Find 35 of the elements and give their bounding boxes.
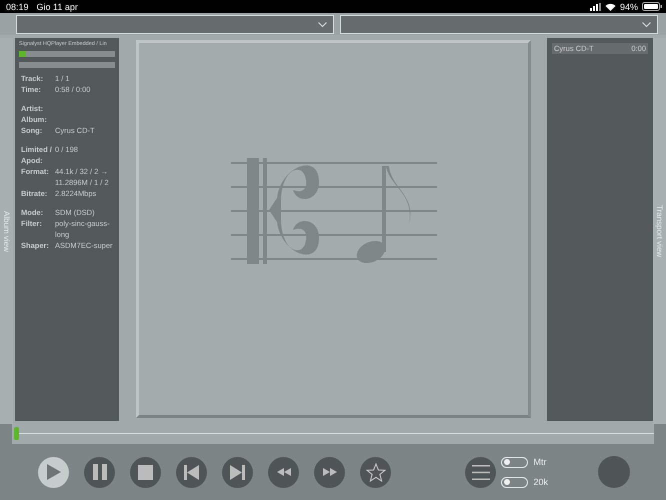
dropdown[interactable] xyxy=(16,15,334,34)
star-icon xyxy=(366,462,386,482)
wifi-icon xyxy=(604,2,616,10)
stop-button[interactable] xyxy=(130,456,161,488)
menu-icon xyxy=(472,464,490,480)
forward-button[interactable] xyxy=(314,456,345,488)
date: Gio 11 apr xyxy=(36,2,78,12)
pause-icon xyxy=(92,464,106,480)
favorite-button[interactable] xyxy=(360,456,391,488)
transport-view-tab[interactable]: Transport view xyxy=(653,38,666,424)
toggle-label: 20k xyxy=(533,477,548,487)
battery-percent: 94% xyxy=(620,2,638,12)
battery-icon xyxy=(642,2,662,11)
round-button[interactable] xyxy=(598,456,630,488)
seek-thumb[interactable] xyxy=(14,427,19,440)
skip-back-icon xyxy=(184,464,199,480)
previous-button[interactable] xyxy=(176,456,207,488)
stop-icon xyxy=(138,464,153,480)
signal-icon xyxy=(590,2,601,10)
skip-forward-icon xyxy=(230,464,245,480)
next-button[interactable] xyxy=(222,456,253,488)
seek-slider[interactable] xyxy=(12,424,654,444)
play-icon xyxy=(46,463,62,481)
rewind-icon xyxy=(276,468,290,476)
play-button[interactable] xyxy=(38,456,69,488)
menu-button[interactable] xyxy=(465,456,496,488)
album-view-tab[interactable]: Album view xyxy=(0,38,13,424)
rewind-button[interactable] xyxy=(268,456,299,488)
toggle-switch[interactable] xyxy=(501,456,528,468)
toggle-switch[interactable] xyxy=(501,476,528,488)
fast-forward-icon xyxy=(322,468,336,476)
toggle-label: Mtr xyxy=(533,457,546,467)
dropdown[interactable] xyxy=(340,15,658,34)
pause-button[interactable] xyxy=(84,456,115,488)
clock: 08:19 xyxy=(6,2,29,12)
